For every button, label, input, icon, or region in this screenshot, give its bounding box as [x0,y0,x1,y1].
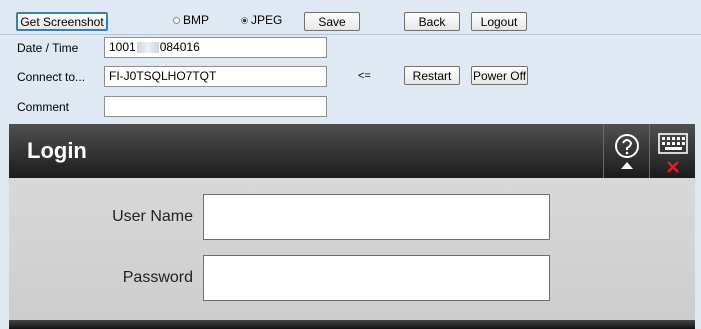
back-button[interactable]: Back [404,12,460,31]
page-title: Login [27,138,87,163]
connect-label: Connect to... [17,70,86,84]
jpeg-label: JPEG [251,13,283,27]
datetime-field[interactable]: 1001 084016 [104,37,327,58]
format-bmp-radio[interactable]: BMP [173,13,209,27]
format-jpeg-radio[interactable]: JPEG [241,13,282,27]
password-label: Password [122,269,193,286]
power-off-button[interactable]: Power Off [471,66,528,85]
connect-field[interactable]: FI-J0TSQLHO7TQT [104,66,327,87]
save-button[interactable]: Save [304,12,360,31]
get-screenshot-button[interactable]: Get Screenshot [16,12,108,31]
toolbar-divider [0,34,701,35]
comment-label: Comment [17,100,70,114]
bottom-bar [9,320,695,329]
bmp-label: BMP [183,13,210,27]
jpeg-radio-dot[interactable] [241,16,248,24]
arrow-indicator: <= [358,70,371,82]
bmp-radio-dot[interactable] [173,16,180,24]
username-input[interactable] [203,194,550,240]
comment-field[interactable] [104,96,327,117]
redacted-blur [136,42,159,54]
login-form: User Name Password [9,178,695,320]
login-header: Login [9,124,695,178]
keyboard-button[interactable] [649,124,696,178]
logout-button[interactable]: Logout [471,12,527,31]
datetime-prefix: 1001 [109,40,136,54]
password-input[interactable] [203,255,550,301]
username-label: User Name [112,208,193,225]
login-panel: Login User Name Password [9,124,695,329]
datetime-suffix: 084016 [159,40,200,54]
datetime-label: Date / Time [17,41,79,55]
keyboard-icon[interactable] [650,124,696,178]
restart-button[interactable]: Restart [404,66,460,85]
help-button[interactable] [603,124,650,178]
help-icon[interactable] [604,124,650,178]
close-icon [667,161,679,173]
